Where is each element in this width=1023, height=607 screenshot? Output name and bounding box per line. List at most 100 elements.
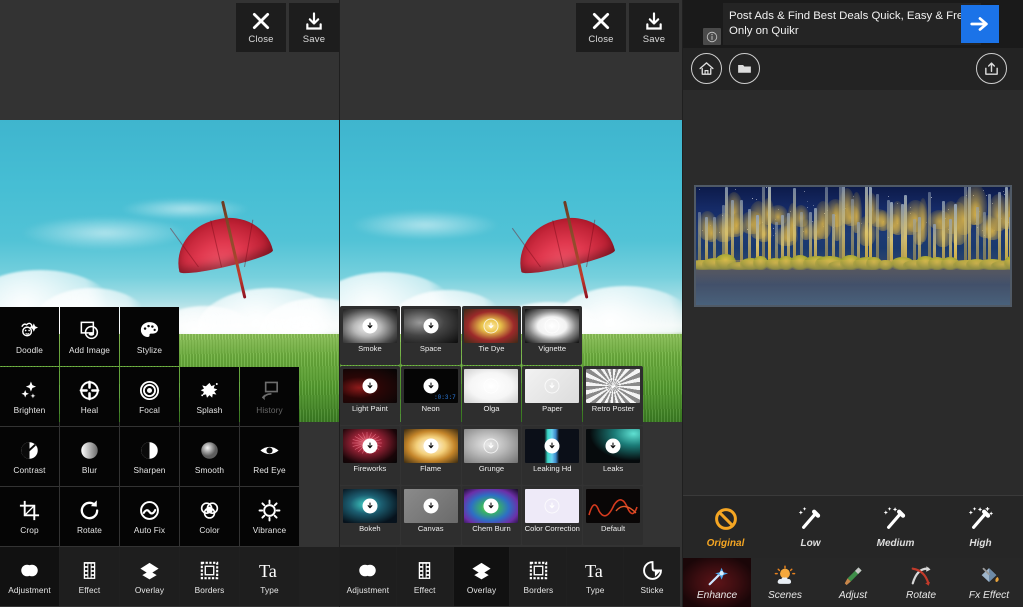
download-icon[interactable] xyxy=(484,439,499,454)
share-button[interactable] xyxy=(976,53,1007,84)
effect-vignette[interactable]: Vignette xyxy=(522,306,582,365)
tool-add-image[interactable]: Add Image xyxy=(60,307,119,366)
download-icon[interactable] xyxy=(423,319,438,334)
effect-thumbnail xyxy=(464,369,518,403)
effect-light-paint[interactable]: Light Paint xyxy=(340,366,400,425)
tab-borders[interactable]: Borders xyxy=(180,547,239,606)
tool-stylize[interactable]: Stylize xyxy=(120,307,179,366)
tool-focal[interactable]: Focal xyxy=(120,367,179,426)
tab-sticke[interactable]: Sticke xyxy=(624,547,680,606)
sticker-icon xyxy=(641,559,664,582)
effect-grunge[interactable]: Grunge xyxy=(462,426,522,485)
download-icon[interactable] xyxy=(606,379,621,394)
download-icon[interactable] xyxy=(362,379,377,394)
effect-label: Grunge xyxy=(462,465,520,474)
tool-rotate[interactable]: Rotate xyxy=(60,487,119,546)
effect-leaking-hd[interactable]: Leaking Hd xyxy=(522,426,582,485)
download-icon[interactable] xyxy=(423,499,438,514)
tool-doodle[interactable]: Doodle xyxy=(0,307,59,366)
home-button[interactable] xyxy=(691,53,722,84)
tool-heal[interactable]: Heal xyxy=(60,367,119,426)
level-original[interactable]: Original xyxy=(683,496,768,558)
tool-red-eye[interactable]: Red Eye xyxy=(240,427,299,486)
download-icon[interactable] xyxy=(362,439,377,454)
download-icon[interactable] xyxy=(545,499,560,514)
download-icon[interactable] xyxy=(484,379,499,394)
download-icon[interactable] xyxy=(545,319,560,334)
tab-overlay[interactable]: Overlay xyxy=(120,547,179,606)
download-icon[interactable] xyxy=(362,319,377,334)
close-button[interactable]: Close xyxy=(576,3,626,52)
ad-banner[interactable]: Post Ads & Find Best Deals Quick, Easy &… xyxy=(683,0,1023,48)
info-icon[interactable] xyxy=(703,28,721,45)
save-button[interactable]: Save xyxy=(629,3,679,52)
tab-effect[interactable]: Effect xyxy=(60,547,119,606)
enhancer-photo[interactable] xyxy=(694,185,1012,307)
effect-flame[interactable]: Flame xyxy=(401,426,461,485)
umbrella-subject xyxy=(174,195,270,305)
download-icon[interactable] xyxy=(484,499,499,514)
level-low[interactable]: Low xyxy=(768,496,853,558)
tab-rotate[interactable]: Rotate xyxy=(887,558,955,607)
effect-olga[interactable]: Olga xyxy=(462,366,522,425)
effect-canvas[interactable]: Canvas xyxy=(401,486,461,545)
middle-topbar-buttons: Close Save xyxy=(576,3,679,52)
tab-borders[interactable]: Borders xyxy=(510,547,566,606)
effect-retro-poster[interactable]: Retro Poster xyxy=(583,366,643,425)
effect-default[interactable]: Default xyxy=(583,486,643,545)
tool-label: Blur xyxy=(82,466,97,474)
ad-go-button[interactable] xyxy=(961,5,999,43)
level-medium[interactable]: Medium xyxy=(853,496,938,558)
effect-neon[interactable]: :0:3:7 Neon xyxy=(401,366,461,425)
tab-adjust[interactable]: Adjust xyxy=(819,558,887,607)
tab-label: Effect xyxy=(79,586,101,594)
tool-contrast[interactable]: Contrast xyxy=(0,427,59,486)
tab-overlay[interactable]: Overlay xyxy=(454,547,510,606)
download-icon[interactable] xyxy=(484,319,499,334)
tab-adjustment[interactable]: Adjustment xyxy=(0,547,59,606)
effect-tie-dye[interactable]: Tie Dye xyxy=(462,306,522,365)
effect-row: Smoke Space Tie Dye Vignette xyxy=(340,306,643,365)
tab-type[interactable]: Ta Type xyxy=(567,547,623,606)
download-icon[interactable] xyxy=(423,379,438,394)
tab-enhance[interactable]: Enhance xyxy=(683,558,751,607)
effect-leaks[interactable]: Leaks xyxy=(583,426,643,485)
tool-blur[interactable]: Blur xyxy=(60,427,119,486)
tool-auto-fix[interactable]: Auto Fix xyxy=(120,487,179,546)
tool-crop[interactable]: Crop xyxy=(0,487,59,546)
level-high[interactable]: High xyxy=(938,496,1023,558)
download-icon[interactable] xyxy=(362,499,377,514)
tab-scenes[interactable]: Scenes xyxy=(751,558,819,607)
tab-effect[interactable]: Effect xyxy=(397,547,453,606)
download-icon[interactable] xyxy=(423,439,438,454)
effect-space[interactable]: Space xyxy=(401,306,461,365)
tab-label: Enhance xyxy=(697,590,737,601)
add-image-icon xyxy=(78,319,101,342)
download-icon[interactable] xyxy=(545,439,560,454)
effect-fireworks[interactable]: Fireworks xyxy=(340,426,400,485)
tool-smooth[interactable]: Smooth xyxy=(180,427,239,486)
download-icon[interactable] xyxy=(606,439,621,454)
tool-brighten[interactable]: Brighten xyxy=(0,367,59,426)
gallery-button[interactable] xyxy=(729,53,760,84)
home-icon xyxy=(698,60,715,77)
effect-paper[interactable]: Paper xyxy=(522,366,582,425)
tool-color[interactable]: Color xyxy=(180,487,239,546)
panel-divider xyxy=(682,0,683,607)
tree-trunk xyxy=(842,185,845,265)
tool-splash[interactable]: Splash xyxy=(180,367,239,426)
effect-color-correction[interactable]: Color Correction xyxy=(522,486,582,545)
tool-history[interactable]: History xyxy=(240,367,299,426)
tool-vibrance[interactable]: Vibrance xyxy=(240,487,299,546)
effect-smoke[interactable]: Smoke xyxy=(340,306,400,365)
save-button[interactable]: Save xyxy=(289,3,339,52)
close-button[interactable]: Close xyxy=(236,3,286,52)
tab-adjustment[interactable]: Adjustment xyxy=(340,547,396,606)
tree-trunk xyxy=(876,194,879,265)
download-icon[interactable] xyxy=(545,379,560,394)
tab-fx-effect[interactable]: Fx Effect xyxy=(955,558,1023,607)
tool-sharpen[interactable]: Sharpen xyxy=(120,427,179,486)
effect-bokeh[interactable]: Bokeh xyxy=(340,486,400,545)
tab-type[interactable]: Ta Type xyxy=(240,547,299,606)
effect-chem-burn[interactable]: Chem Burn xyxy=(462,486,522,545)
